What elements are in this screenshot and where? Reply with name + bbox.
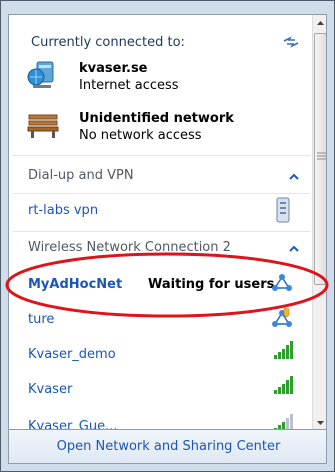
collapse-dialup-chevron-icon[interactable]: [289, 173, 299, 181]
wifi-item-kvaser[interactable]: Kvaser: [28, 382, 72, 397]
adhoc-shield-network-icon: [272, 307, 292, 327]
signal-bars-icon: [274, 376, 293, 394]
connected-network-name: kvaser.se: [79, 61, 148, 76]
open-network-sharing-center-link[interactable]: Open Network and Sharing Center: [9, 439, 328, 454]
thumb-grip-icon: [317, 152, 326, 160]
separator: [13, 231, 310, 232]
wireless-section-title: Wireless Network Connection 2: [28, 240, 231, 255]
unidentified-network-status: No network access: [79, 128, 202, 143]
vpn-item-rt-labs[interactable]: rt-labs vpn: [28, 203, 98, 218]
wifi-item-status: Waiting for users: [148, 277, 275, 292]
scroll-up-arrow-icon[interactable]: [313, 15, 327, 32]
network-list-panel: Currently connected to: kvaser.se Intern…: [8, 14, 327, 430]
refresh-icon[interactable]: [281, 33, 301, 51]
scrollbar-thumb[interactable]: [314, 33, 326, 285]
park-bench-icon: [27, 114, 59, 138]
signal-bars-icon: [274, 341, 293, 359]
dialup-section-title: Dial-up and VPN: [28, 168, 134, 183]
network-computer-icon: [27, 61, 54, 88]
vpn-device-icon: [276, 197, 290, 223]
unidentified-network-name: Unidentified network: [79, 111, 234, 126]
collapse-wireless-chevron-icon[interactable]: [289, 245, 299, 253]
wifi-item-myadhocnet[interactable]: MyAdHocNet: [28, 277, 122, 292]
scroll-down-arrow-icon[interactable]: [313, 414, 327, 430]
wifi-item-kvaser-demo[interactable]: Kvaser_demo: [28, 347, 116, 362]
connected-network-status: Internet access: [79, 78, 179, 93]
scrollbar[interactable]: [312, 15, 327, 430]
footer-bar: Open Network and Sharing Center: [8, 430, 327, 464]
separator: [13, 155, 310, 156]
adhoc-network-icon: [272, 274, 292, 291]
wifi-item-ture[interactable]: ture: [28, 312, 54, 327]
separator: [13, 193, 310, 194]
wifi-item-kvaser-guest[interactable]: Kvaser_Gue...: [28, 419, 118, 429]
signal-bars-icon: [274, 414, 293, 429]
network-list-content: Currently connected to: kvaser.se Intern…: [9, 15, 312, 429]
connected-header: Currently connected to:: [31, 35, 185, 50]
